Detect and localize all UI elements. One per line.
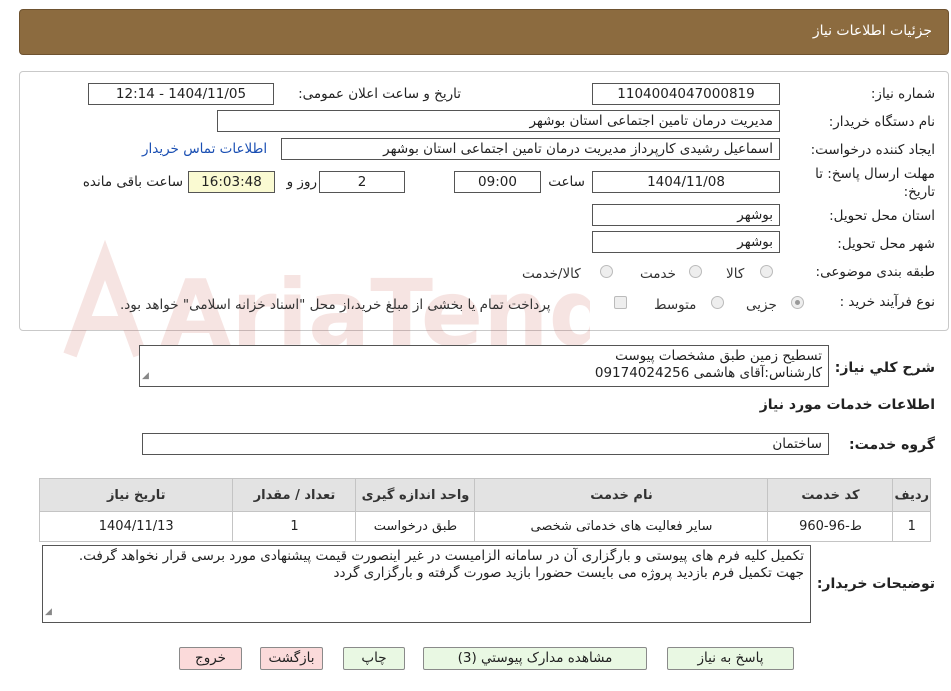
page-title: جزئیات اطلاعات نیاز: [812, 23, 932, 39]
service-group-field[interactable]: ساختمان: [142, 433, 829, 455]
col-quantity: تعداد / مقدار: [232, 478, 357, 512]
announce-field[interactable]: 1404/11/05 - 12:14: [88, 83, 274, 105]
days-label: روز و: [286, 174, 317, 190]
category-both-radio[interactable]: [600, 265, 613, 278]
col-need-date: تاريخ نياز: [38, 478, 234, 512]
category-service-radio[interactable]: [689, 265, 702, 278]
buyer-notes-text: تکمیل کلیه فرم های پیوستی و بارگزاری آن …: [78, 548, 804, 581]
summary-line-2: کارشناس:آقای هاشمی 09174024256: [594, 365, 822, 381]
buyer-org-label: نام دستگاه خریدار:: [828, 114, 935, 130]
view-attachments-button[interactable]: مشاهده مدارک پیوستي (3): [423, 647, 647, 670]
category-service-label: خدمت: [640, 266, 676, 282]
exit-button[interactable]: خروج: [179, 647, 242, 670]
table-header-row: رديف کد خدمت نام خدمت واحد اندازه گيری ت…: [38, 478, 931, 512]
deadline-label: مهلت ارسال پاسخ: تا: [815, 166, 935, 182]
cell-row-number: 1: [892, 511, 931, 542]
col-unit: واحد اندازه گيری: [355, 478, 476, 512]
page-header: جزئیات اطلاعات نیاز: [19, 9, 949, 55]
treasury-payment-checkbox[interactable]: [614, 296, 627, 309]
buyer-notes-label: توضيحات خريدار:: [816, 576, 935, 592]
category-both-label: کالا/خدمت: [522, 266, 581, 282]
cell-need-date: 1404/11/13: [38, 511, 234, 542]
days-field[interactable]: 2: [319, 171, 405, 193]
process-label: نوع فرآیند خرید :: [839, 294, 935, 310]
services-title: اطلاعات خدمات مورد نياز: [759, 397, 935, 413]
col-service-code: کد خدمت: [767, 478, 894, 512]
need-number-label: شماره نیاز:: [870, 86, 935, 102]
buyer-org-field[interactable]: مدیریت درمان تامین اجتماعی استان بوشهر: [217, 110, 780, 132]
col-service-name: نام خدمت: [474, 478, 769, 512]
process-medium-radio[interactable]: [711, 296, 724, 309]
category-label: طبقه بندی موضوعی:: [815, 264, 935, 280]
process-medium-label: متوسط: [654, 297, 697, 313]
city-label: شهر محل تحویل:: [837, 236, 935, 252]
treasury-payment-note: پرداخت تمام یا بخشی از مبلغ خرید،از محل …: [120, 297, 551, 313]
deadline-date-label: تاریخ:: [903, 184, 935, 200]
cell-service-name: سایر فعالیت های خدماتی شخصی: [474, 511, 769, 542]
category-goods-radio[interactable]: [760, 265, 773, 278]
buyer-notes-textarea[interactable]: تکمیل کلیه فرم های پیوستی و بارگزاری آن …: [42, 545, 811, 623]
remaining-time-field[interactable]: 16:03:48: [188, 171, 275, 193]
deadline-time-field[interactable]: 09:00: [454, 171, 541, 193]
requester-label: ایجاد کننده درخواست:: [810, 142, 935, 158]
city-field[interactable]: بوشهر: [592, 231, 780, 253]
cell-unit: طبق درخواست: [355, 511, 476, 542]
summary-line-1: تسطیح زمین طبق مشخصات پیوست: [615, 348, 822, 364]
requester-field[interactable]: اسماعیل رشیدی کارپرداز مدیریت درمان تامی…: [281, 138, 780, 160]
category-goods-label: کالا: [726, 266, 745, 282]
summary-textarea[interactable]: تسطیح زمین طبق مشخصات پیوست کارشناس:آقای…: [139, 345, 829, 387]
print-button[interactable]: چاپ: [343, 647, 405, 670]
process-minor-radio[interactable]: [791, 296, 804, 309]
back-button[interactable]: بازگشت: [260, 647, 323, 670]
services-table: رديف کد خدمت نام خدمت واحد اندازه گيری ت…: [38, 478, 931, 542]
table-row[interactable]: 1 ط-96-960 سایر فعالیت های خدماتی شخصی ط…: [38, 511, 931, 542]
need-number-field[interactable]: 1104004047000819: [592, 83, 780, 105]
announce-label: تاریخ و ساعت اعلان عمومی:: [298, 86, 461, 102]
resize-grip-icon[interactable]: ◢: [45, 604, 52, 621]
col-row-number: رديف: [892, 478, 931, 512]
remaining-time-label: ساعت باقی مانده: [82, 174, 183, 190]
deadline-time-label: ساعت: [548, 174, 585, 190]
province-field[interactable]: بوشهر: [592, 204, 780, 226]
deadline-date-field[interactable]: 1404/11/08: [592, 171, 780, 193]
reply-button[interactable]: پاسخ به نیاز: [667, 647, 794, 670]
service-group-label: گروه خدمت:: [849, 437, 935, 453]
cell-quantity: 1: [232, 511, 357, 542]
summary-label: شرح کلي نياز:: [834, 360, 935, 376]
process-minor-label: جزیی: [746, 297, 777, 313]
province-label: استان محل تحویل:: [829, 208, 935, 224]
cell-service-code: ط-96-960: [767, 511, 894, 542]
resize-grip-icon[interactable]: ◢: [142, 368, 149, 385]
buyer-contact-link[interactable]: اطلاعات تماس خریدار: [142, 141, 267, 157]
